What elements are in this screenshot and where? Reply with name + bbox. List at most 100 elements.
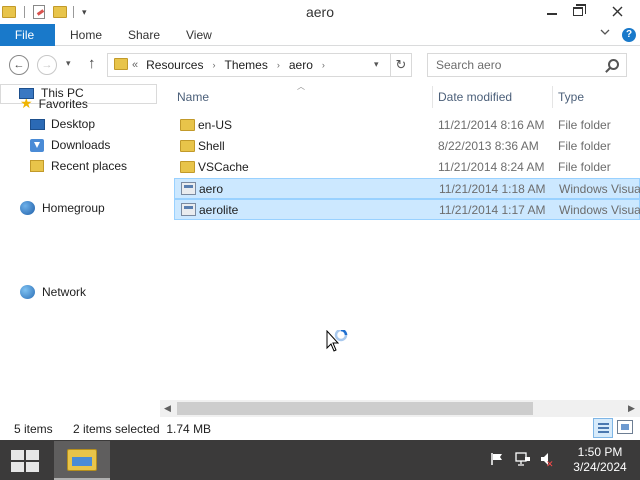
sidebar-item-label: Homegroup (42, 201, 105, 215)
downloads-icon (30, 138, 44, 152)
column-divider[interactable] (552, 86, 553, 108)
desktop-icon (30, 118, 45, 130)
breadcrumb-item[interactable]: Themes (224, 58, 267, 72)
tab-share[interactable]: Share (128, 24, 160, 46)
sidebar-item-label: Desktop (51, 117, 96, 131)
address-dropdown[interactable]: ▾ (374, 59, 379, 70)
folder-icon (180, 161, 195, 173)
large-icons-view-icon[interactable] (617, 420, 633, 434)
column-header-type[interactable]: Type (558, 90, 584, 104)
breadcrumb-item[interactable]: aero (289, 58, 313, 72)
file-explorer-icon (67, 449, 97, 471)
close-button[interactable] (594, 0, 640, 22)
breadcrumb-separator[interactable]: › (322, 60, 325, 70)
file-name: en-US (198, 118, 233, 132)
clock-time: 1:50 PM (577, 445, 623, 459)
file-row[interactable]: en-US 11/21/2014 8:16 AM File folder (174, 115, 640, 136)
sidebar-item-label: Recent places (51, 159, 128, 173)
taskbar-file-explorer[interactable] (54, 441, 110, 480)
restore-button[interactable] (564, 0, 592, 22)
forward-button[interactable]: → (37, 55, 57, 75)
file-type: File folder (558, 118, 611, 132)
search-input[interactable]: Search aero (427, 53, 627, 77)
theme-file-icon (181, 182, 196, 195)
refresh-button[interactable]: ↻ (390, 53, 412, 77)
file-date-modified: 11/21/2014 8:24 AM (438, 160, 545, 174)
sort-ascending-icon: ︿ (297, 82, 305, 91)
item-count: 5 items (14, 422, 53, 436)
sidebar-item-network[interactable]: Network (20, 285, 86, 299)
file-date-modified: 8/22/2013 8:36 AM (438, 139, 539, 153)
network-icon (20, 285, 35, 299)
breadcrumb: « Resources › Themes › aero › (132, 58, 334, 72)
file-name: aerolite (199, 203, 239, 217)
clock[interactable]: 1:50 PM 3/24/2024 (560, 445, 640, 475)
tab-home[interactable]: Home (70, 24, 102, 46)
file-row[interactable]: aero 11/21/2014 1:18 AM Windows Visual (174, 178, 640, 199)
address-bar[interactable]: « Resources › Themes › aero › ▾ (107, 53, 391, 77)
breadcrumb-separator[interactable]: › (277, 60, 280, 70)
busy-cursor-icon (326, 330, 348, 352)
back-button[interactable]: ← (9, 55, 29, 75)
file-name: aero (199, 182, 224, 196)
help-icon[interactable]: ? (622, 28, 636, 42)
scroll-right-button[interactable]: ▶ (628, 403, 635, 414)
folder-icon (180, 140, 195, 152)
flag-icon[interactable] (490, 452, 504, 466)
file-row[interactable]: Shell 8/22/2013 8:36 AM File folder (174, 136, 640, 157)
start-button[interactable] (11, 450, 39, 472)
search-icon[interactable] (608, 59, 619, 70)
sidebar-item-homegroup[interactable]: Homegroup (20, 201, 105, 215)
file-name: VSCache (198, 160, 249, 174)
recent-locations-dropdown[interactable]: ▾ (66, 58, 71, 69)
minimize-icon (547, 13, 557, 15)
theme-file-icon (181, 203, 196, 216)
clock-date: 3/24/2024 (573, 460, 627, 474)
column-header-date[interactable]: Date modified (438, 90, 512, 104)
file-name: Shell (198, 139, 225, 153)
sidebar-item-label: Downloads (51, 138, 111, 152)
chevron-down-icon[interactable] (600, 28, 610, 39)
minimize-button[interactable] (538, 0, 566, 22)
column-divider[interactable] (432, 86, 433, 108)
scroll-left-button[interactable]: ◀ (164, 403, 171, 414)
breadcrumb-separator[interactable]: › (212, 60, 215, 70)
scroll-thumb[interactable] (177, 402, 533, 415)
tab-view[interactable]: View (186, 24, 212, 46)
navigation-bar: ← → ▾ ↑ « Resources › Themes › aero › ▾ … (0, 48, 640, 82)
sidebar-item-label: This PC (41, 86, 84, 100)
tab-file[interactable]: File (0, 24, 55, 46)
column-header-name[interactable]: Name (177, 90, 209, 104)
sidebar-item-desktop[interactable]: Desktop (30, 117, 95, 131)
details-view-icon[interactable] (593, 418, 613, 438)
windows-logo-icon (26, 450, 39, 460)
title-bar: ▾ aero (0, 0, 640, 24)
up-button[interactable]: ↑ (88, 55, 96, 72)
file-row[interactable]: VSCache 11/21/2014 8:24 AM File folder (174, 157, 640, 178)
folder-icon (114, 58, 128, 70)
sidebar-item-downloads[interactable]: Downloads (30, 138, 110, 152)
network-icon[interactable] (515, 452, 531, 466)
file-date-modified: 11/21/2014 1:17 AM (439, 203, 546, 217)
breadcrumb-item[interactable]: Resources (146, 58, 203, 72)
file-row[interactable]: aerolite 11/21/2014 1:17 AM Windows Visual (174, 199, 640, 220)
windows-logo-icon (26, 462, 39, 472)
taskbar: ✕ 1:50 PM 3/24/2024 (0, 440, 640, 480)
mute-indicator-icon: ✕ (546, 459, 554, 469)
sidebar-item-this-pc-content: This PC (19, 86, 84, 100)
horizontal-scrollbar[interactable]: ◀ ▶ (160, 400, 640, 417)
recent-places-icon (30, 160, 44, 172)
search-placeholder: Search aero (436, 58, 502, 72)
breadcrumb-overflow[interactable]: « (132, 59, 138, 71)
restore-icon (573, 3, 586, 16)
file-type: Windows Visual (559, 182, 640, 196)
tab-file-label: File (14, 28, 35, 42)
sidebar-item-recent-places[interactable]: Recent places (30, 159, 127, 173)
column-header-row: ︿ Name Date modified Type (170, 82, 640, 108)
sidebar-item-label: Network (42, 285, 87, 299)
status-bar: 5 items 2 items selected 1.74 MB (0, 418, 640, 440)
windows-logo-icon (11, 462, 24, 472)
navigation-pane: ★ Favorites Desktop Downloads Recent pla… (0, 84, 160, 414)
file-type: Windows Visual (559, 203, 640, 217)
selection-info: 2 items selected 1.74 MB (73, 422, 212, 436)
